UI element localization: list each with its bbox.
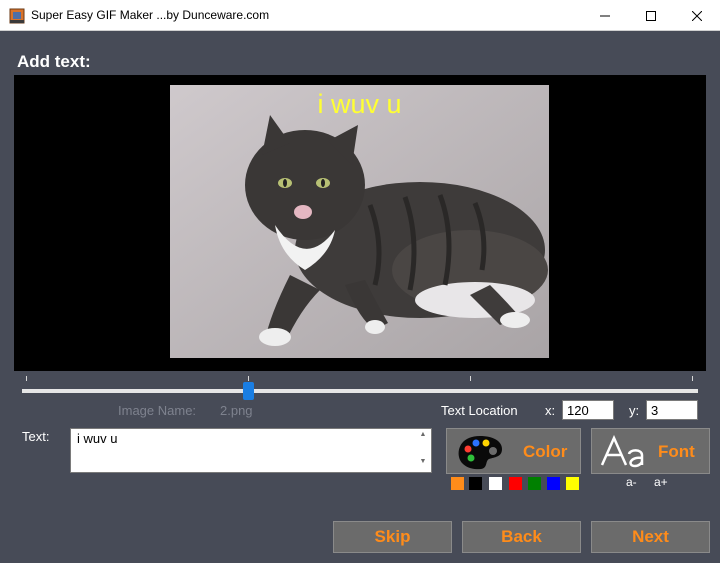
font-button-label: Font (658, 442, 695, 461)
slider-tick (26, 376, 27, 381)
swatch-black[interactable] (469, 477, 482, 490)
swatch-red[interactable] (509, 477, 522, 490)
slider-tick (470, 376, 471, 381)
minimize-icon (600, 15, 610, 16)
font-size-increase-button[interactable]: a+ (654, 475, 668, 489)
swatch-yellow[interactable] (566, 477, 579, 490)
color-button-label: Color (523, 442, 568, 461)
swatch-orange[interactable] (451, 477, 464, 490)
preview-area: i wuv u (14, 75, 706, 371)
x-label: x: (545, 403, 556, 418)
font-button[interactable]: Font (591, 428, 710, 474)
text-input[interactable]: i wuv u (70, 428, 432, 473)
section-heading: Add text: (17, 52, 91, 71)
image-name-value: 2.png (220, 403, 253, 418)
skip-button[interactable]: Skip (333, 521, 452, 553)
close-button[interactable] (674, 0, 720, 31)
maximize-button[interactable] (628, 0, 674, 31)
cat-photo (170, 85, 549, 358)
minimize-button[interactable] (582, 0, 628, 31)
text-location-label: Text Location (441, 403, 518, 418)
slider-tick (248, 376, 249, 381)
swatch-green[interactable] (528, 477, 541, 490)
scroll-up-icon[interactable]: ▲ (416, 431, 430, 443)
palette-icon (458, 436, 502, 470)
font-icon (600, 435, 644, 468)
close-icon (692, 10, 702, 21)
maximize-icon (646, 10, 656, 21)
slider-thumb[interactable] (243, 382, 254, 400)
overlay-text[interactable]: i wuv u (170, 89, 549, 120)
preview-image[interactable]: i wuv u (170, 85, 549, 358)
app-icon (9, 8, 25, 24)
scroll-down-icon[interactable]: ▼ (416, 458, 430, 470)
title-bar: Super Easy GIF Maker ...by Dunceware.com (0, 0, 720, 31)
y-coordinate-input[interactable] (646, 400, 698, 420)
color-button[interactable]: Color (446, 428, 581, 474)
x-coordinate-input[interactable] (562, 400, 614, 420)
frame-slider[interactable] (22, 374, 698, 400)
swatch-white[interactable] (489, 477, 502, 490)
font-size-decrease-button[interactable]: a- (626, 475, 637, 489)
text-label: Text: (22, 429, 50, 444)
slider-track[interactable] (22, 389, 698, 393)
swatch-blue[interactable] (547, 477, 560, 490)
y-label: y: (629, 403, 640, 418)
image-name-label: Image Name: (118, 403, 197, 418)
slider-tick (692, 376, 693, 381)
text-input-value: i wuv u (77, 431, 118, 446)
next-button[interactable]: Next (591, 521, 710, 553)
window-title: Super Easy GIF Maker ...by Dunceware.com (31, 8, 270, 22)
back-button[interactable]: Back (462, 521, 581, 553)
